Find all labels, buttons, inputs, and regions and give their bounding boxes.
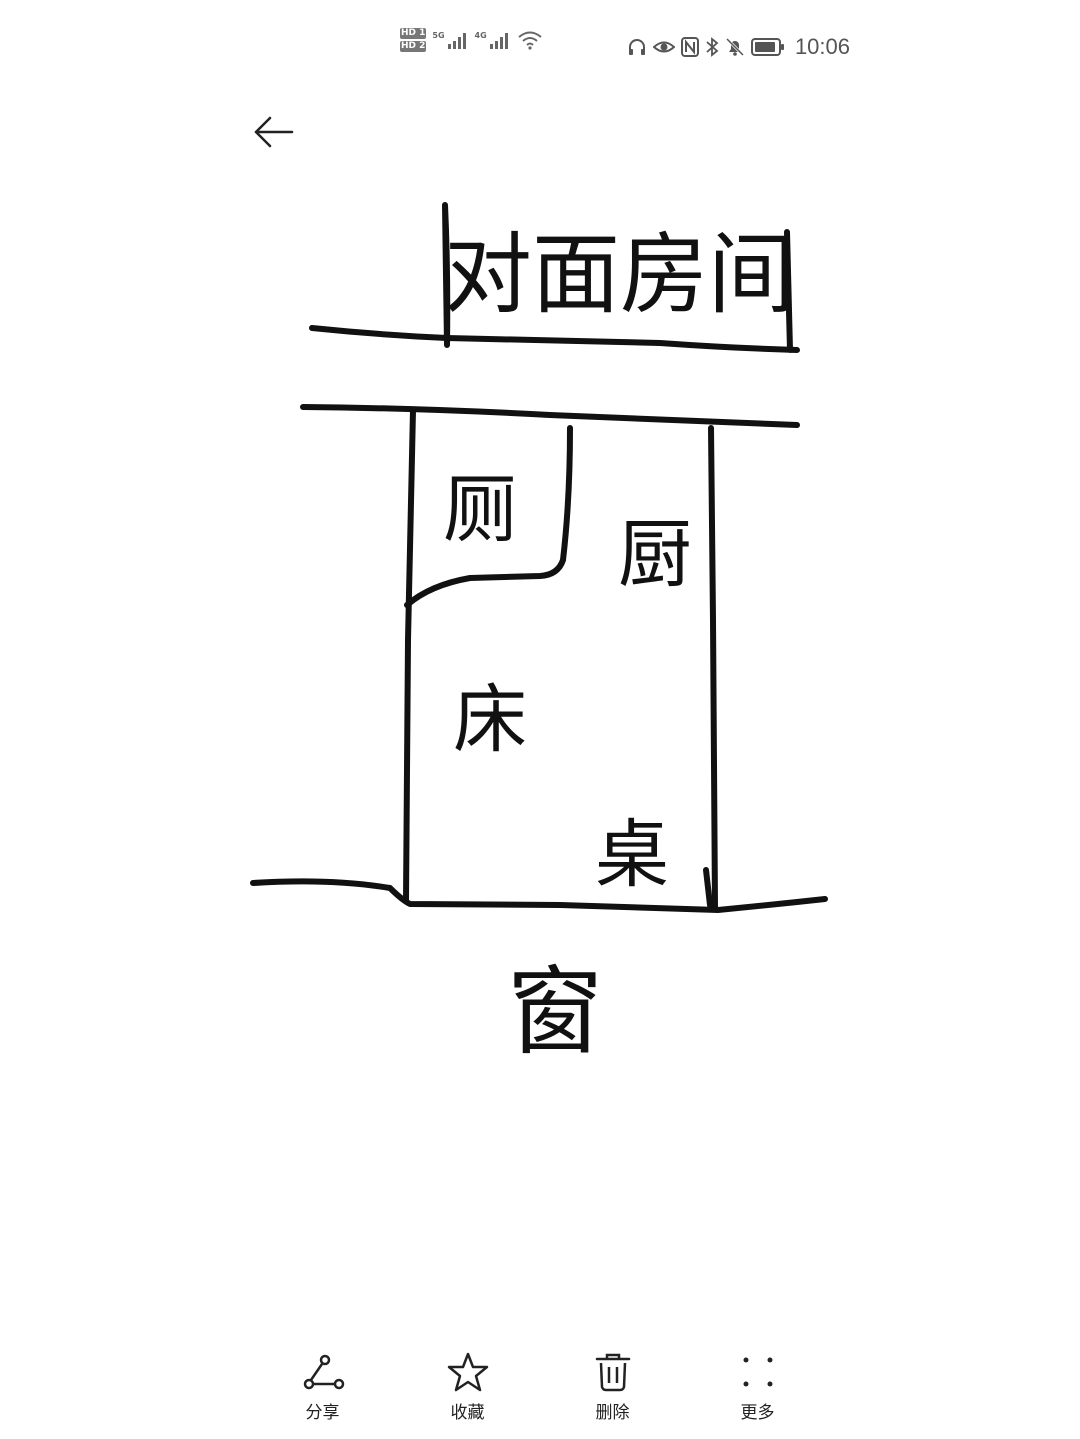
corridor-top-line: [300, 404, 800, 428]
battery-icon: [750, 38, 784, 56]
right-wall-tick: [703, 867, 713, 908]
status-bar: HD 1 HD 2 5G 4G 10:06: [400, 28, 850, 68]
toilet-partition: [404, 425, 573, 608]
room-right-wall: [708, 425, 718, 911]
sim-indicators: HD 1 HD 2: [400, 28, 427, 52]
network2-label: 4G: [474, 31, 487, 40]
eye-icon: [652, 41, 675, 53]
clock-time: 10:06: [794, 34, 850, 59]
more-icon: [736, 1350, 780, 1394]
share-label: 分享: [305, 1403, 340, 1423]
arrow-left-icon: [254, 116, 294, 148]
status-bar-right: 10:06: [627, 34, 850, 60]
opposite-room-box: [309, 202, 800, 353]
delete-label: 删除: [595, 1403, 630, 1423]
room-bottom-wall: [250, 878, 828, 913]
signal-5g: 5G: [432, 31, 468, 49]
bottom-action-bar: 分享 收藏 删除 更多: [250, 1350, 830, 1430]
room-left-wall: [403, 407, 416, 903]
label-opposite-room: 对面房间: [444, 223, 796, 326]
label-bed: 床: [453, 677, 527, 763]
sim1-label: HD 1: [400, 28, 427, 39]
favorite-label: 收藏: [450, 1403, 485, 1423]
headphones-icon: [628, 39, 645, 55]
share-button[interactable]: 分享: [250, 1350, 395, 1430]
star-icon: [446, 1350, 490, 1394]
sim2-badge: HD 2: [400, 41, 427, 52]
bluetooth-icon: [706, 37, 719, 57]
label-desk: 桌: [595, 812, 669, 898]
status-bar-left: HD 1 HD 2 5G 4G: [400, 28, 543, 52]
more-label: 更多: [740, 1403, 775, 1423]
mute-icon: [725, 37, 744, 57]
label-toilet: 厕: [443, 467, 517, 553]
sim2-label: HD 2: [400, 41, 427, 52]
delete-button[interactable]: 删除: [540, 1350, 685, 1430]
sim1-badge: HD 1: [400, 28, 427, 39]
more-button[interactable]: 更多: [685, 1350, 830, 1430]
wifi-icon: [518, 31, 542, 50]
back-button[interactable]: [248, 110, 298, 154]
network1-label: 5G: [432, 31, 445, 40]
label-kitchen: 厨: [618, 512, 692, 598]
nfc-icon: [680, 37, 699, 57]
signal-bars-icon: [447, 33, 466, 49]
share-icon: [301, 1350, 345, 1394]
favorite-button[interactable]: 收藏: [395, 1350, 540, 1430]
floor-plan-drawing: 对面房间 厕 厨 床 桌 窗: [250, 202, 828, 1068]
label-window: 窗: [507, 956, 603, 1068]
signal-4g: 4G: [475, 31, 511, 49]
trash-icon: [591, 1350, 635, 1394]
signal-bars-icon: [489, 33, 508, 49]
